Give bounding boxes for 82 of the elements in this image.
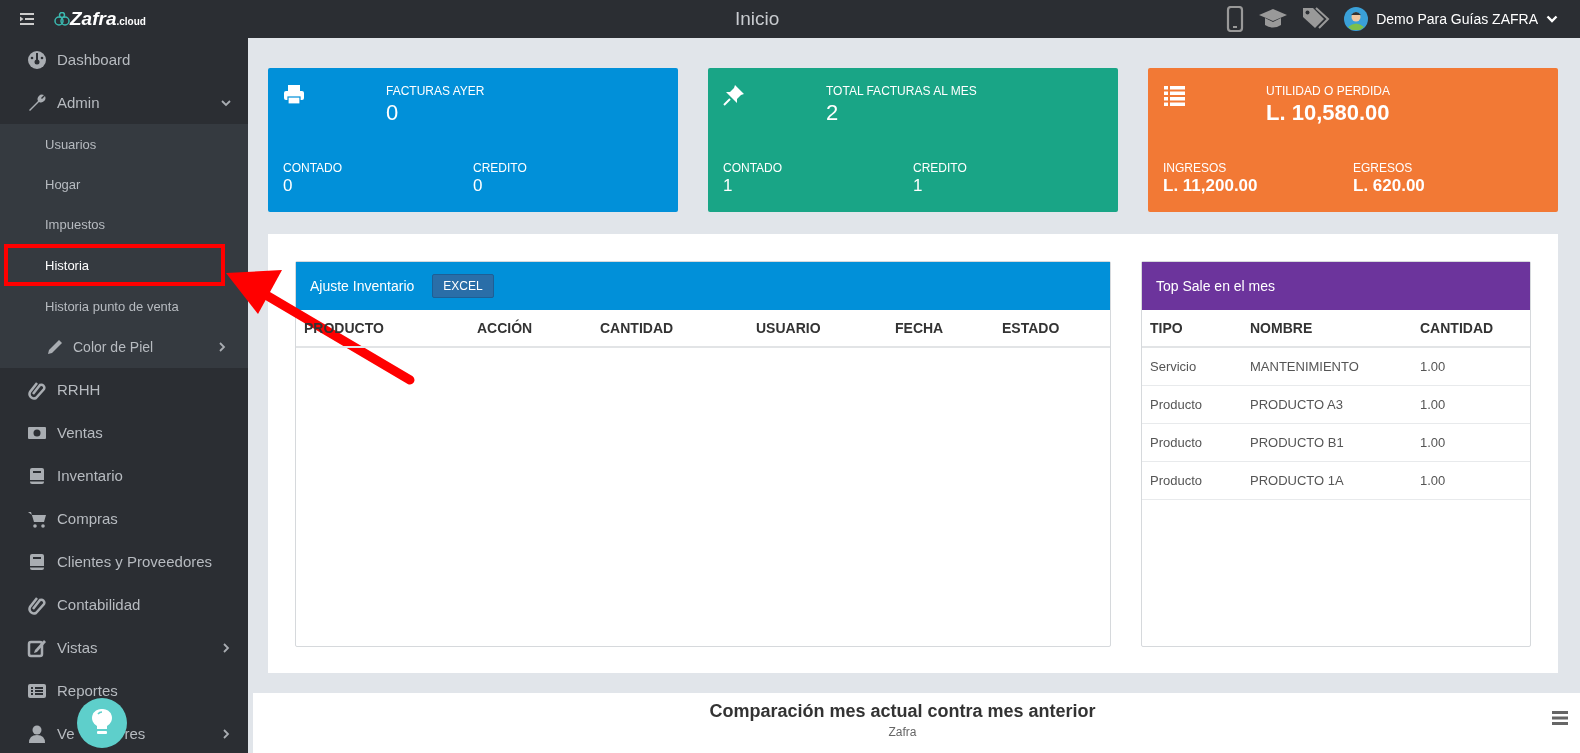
table-cell: 1.00: [1420, 397, 1446, 412]
card-title: FACTURAS AYER: [386, 84, 485, 98]
submenu-item[interactable]: Historia: [4, 244, 225, 286]
bubbles-icon: [54, 12, 70, 26]
nav-label: Ve: [57, 725, 75, 742]
edit-icon: [27, 637, 47, 658]
table-cell-text: Producto: [1149, 397, 1204, 412]
card-label: CREDITO: [913, 161, 968, 175]
card-sub-value: 1: [723, 176, 734, 196]
card-value: L. 10,580.00: [1266, 100, 1391, 126]
nav-item[interactable]: Inventario: [0, 454, 248, 497]
card-sub-value: 0: [283, 176, 294, 196]
card-label: INGRESOS: [1163, 161, 1228, 175]
table-cell: 1.00: [1420, 435, 1446, 450]
nav-item[interactable]: RRHH: [0, 368, 248, 411]
card-label: CONTADO: [723, 161, 784, 175]
table-cell-text: Producto: [1149, 473, 1204, 488]
card-title: UTILIDAD O PERDIDA: [1266, 84, 1391, 98]
user-menu[interactable]: Demo Para Guías ZAFRA: [1344, 7, 1558, 31]
excel-button[interactable]: EXCEL: [432, 274, 494, 298]
menu-icon: [1552, 711, 1568, 725]
card-label: CONTADO: [283, 161, 344, 175]
nav-item[interactable]: Vistas: [0, 626, 248, 669]
submenu-item[interactable]: Hogar: [0, 164, 248, 204]
card-sub-value: L. 11,200.00: [1163, 176, 1259, 196]
card-label: CREDITO: [473, 161, 528, 175]
table-cell-text: Producto: [1149, 435, 1204, 450]
list-icon: [1163, 84, 1186, 107]
card-value: 2: [826, 100, 840, 126]
submenu-item[interactable]: Usuarios: [0, 124, 248, 164]
panel-title: Ajuste Inventario: [310, 278, 415, 294]
column-header: FECHA: [895, 320, 945, 336]
tags-icon: [1302, 7, 1331, 31]
chart-title: Comparación mes actual contra mes anterior: [708, 701, 1097, 722]
column-header: ACCIÓN: [477, 320, 534, 336]
table-cell-text: PRODUCTO B1: [1250, 435, 1345, 450]
mobile-icon: [1226, 6, 1245, 32]
page-title: Inicio: [733, 8, 781, 30]
card-value: 0: [386, 100, 400, 126]
card-label: EGRESOS: [1353, 161, 1414, 175]
avatar-icon: [1344, 7, 1369, 31]
submenu-item[interactable]: Color de Piel: [0, 326, 248, 368]
table-cell-text: MANTENIMIENTO: [1250, 359, 1360, 374]
submenu-item[interactable]: Impuestos: [0, 204, 248, 244]
card-sub-value: L. 620.00: [1353, 176, 1426, 196]
table-cell-text: PRODUCTO 1A: [1250, 473, 1345, 488]
graduation-cap-icon: [1258, 8, 1289, 30]
nav-item[interactable]: Compras: [0, 497, 248, 540]
card-title: TOTAL FACTURAS AL MES: [826, 84, 977, 98]
chevron-down-icon: [1546, 14, 1558, 24]
column-header: NOMBRE: [1250, 320, 1314, 336]
panel-title: Top Sale en el mes: [1156, 278, 1276, 294]
book-icon: [27, 551, 47, 572]
logo: Zafra.cloud: [54, 8, 146, 30]
nav-item[interactable]: Contabilidad: [0, 583, 248, 626]
printer-icon: [283, 84, 306, 107]
submenu-item[interactable]: Historia punto de venta: [0, 286, 248, 326]
chart-subtitle: Zafra: [887, 725, 918, 739]
column-header: TIPO: [1149, 320, 1184, 336]
gauge-icon: [27, 49, 47, 70]
card-sub-value: 1: [913, 176, 924, 196]
table-cell: 1.00: [1420, 473, 1446, 488]
column-header: CANTIDAD: [1420, 320, 1494, 336]
nav-item[interactable]: Reportes: [0, 669, 248, 712]
table-cell-text: PRODUCTO A3: [1250, 397, 1344, 412]
nav-item[interactable]: Admin: [0, 81, 248, 124]
pencil-icon: [45, 337, 65, 357]
nav-item[interactable]: Dashboard: [0, 38, 248, 81]
table-cell-text: Servicio: [1149, 359, 1198, 374]
column-header: USUARIO: [756, 320, 822, 336]
pin-icon: [723, 84, 746, 107]
book-icon: [27, 465, 47, 486]
column-header: CANTIDAD: [600, 320, 675, 336]
nav-label: res: [124, 725, 146, 742]
wrench-icon: [27, 92, 47, 113]
person-icon: [27, 723, 47, 744]
table-cell: 1.00: [1420, 359, 1446, 374]
card-sub-value: 0: [473, 176, 484, 196]
menu-collapse-icon: [20, 13, 34, 25]
column-header: ESTADO: [1002, 320, 1060, 336]
nav-item[interactable]: Clientes y Proveedores: [0, 540, 248, 583]
nav-item[interactable]: Ventas: [0, 411, 248, 454]
